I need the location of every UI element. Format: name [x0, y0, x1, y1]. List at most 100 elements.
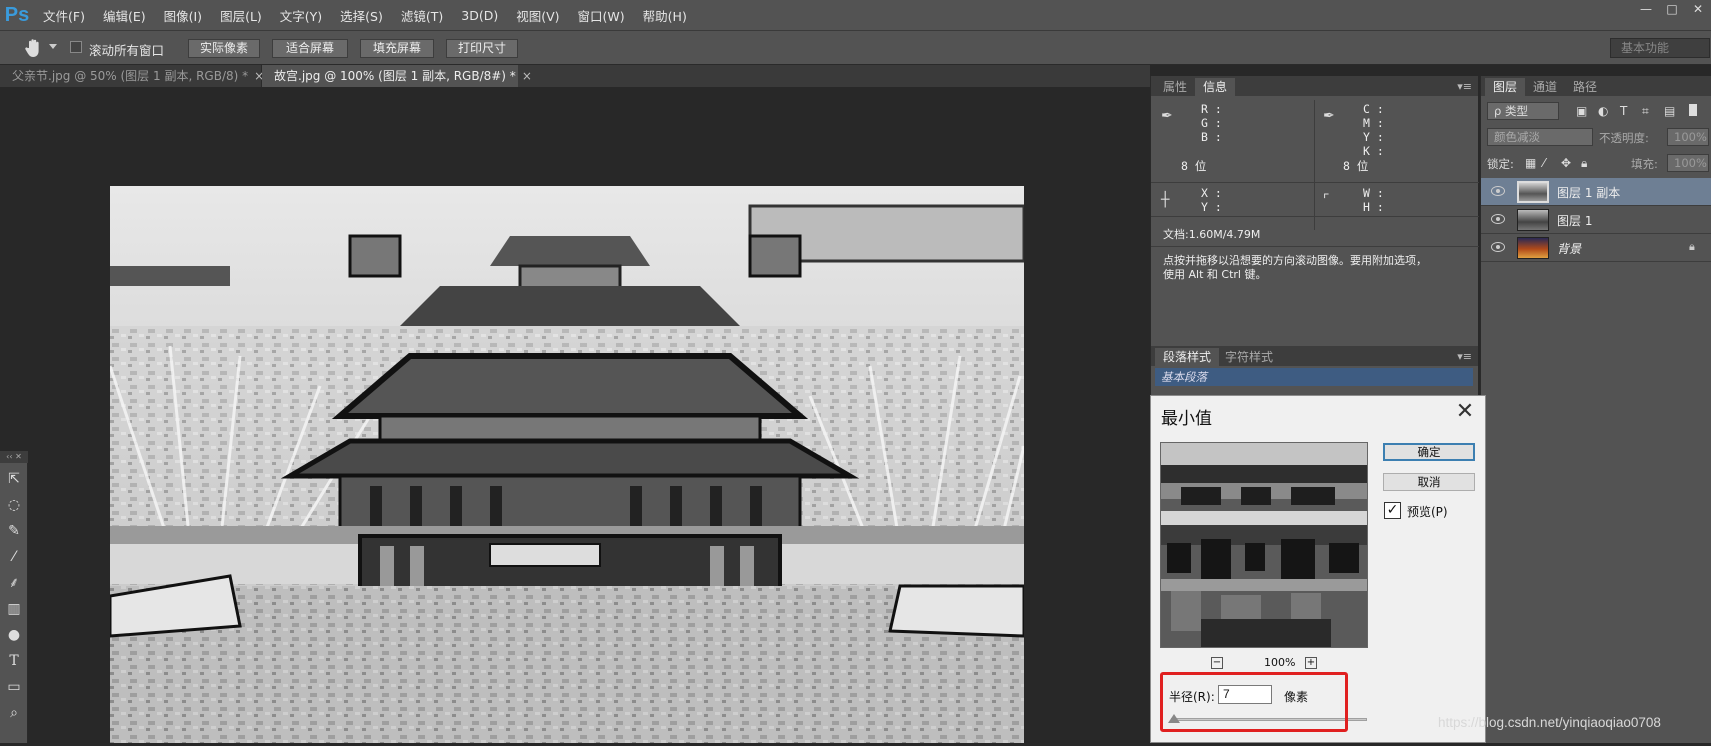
print-size-button[interactable]: 打印尺寸 [446, 39, 518, 58]
watermark: https://blog.csdn.net/yinqiaoqiao0708 [1438, 715, 1661, 730]
filter-type-icon[interactable]: T [1620, 104, 1627, 118]
menu-help[interactable]: 帮助(H) [634, 6, 696, 25]
move-tool-icon[interactable]: ⇱ [4, 469, 24, 489]
cancel-button[interactable]: 取消 [1383, 473, 1475, 491]
menu-file[interactable]: 文件(F) [34, 6, 94, 25]
tab-info[interactable]: 信息 [1195, 78, 1236, 96]
scroll-all-windows-label: 滚动所有窗口 [89, 43, 165, 58]
layers-panel: 图层 通道 路径 ρ 类型 ▣ ◐ T ⌗ ▤ 颜色减淡 不透明度: 100% … [1480, 76, 1711, 743]
actual-pixels-button[interactable]: 实际像素 [188, 39, 260, 58]
menu-image[interactable]: 图像(I) [155, 6, 211, 25]
shape-tool-icon[interactable]: ▭ [4, 677, 24, 697]
tools-panel-header[interactable]: ‹‹ ✕ [0, 451, 28, 463]
visibility-eye-icon[interactable] [1491, 214, 1505, 224]
opacity-input[interactable]: 100% [1667, 128, 1709, 146]
lock-icon: 🔒︎ [1689, 240, 1695, 253]
menu-select[interactable]: 选择(S) [331, 6, 392, 25]
layer-row[interactable]: 背景 🔒︎ [1481, 234, 1711, 262]
close-icon[interactable]: × [522, 69, 532, 83]
dialog-title: 最小值 [1161, 409, 1212, 429]
lock-brush-icon[interactable]: ⁄ [1543, 156, 1545, 170]
tool-preset-chevron-icon[interactable] [49, 44, 57, 49]
gradient-tool-icon[interactable]: ▥ [4, 599, 24, 619]
menu-filter[interactable]: 滤镜(T) [392, 6, 452, 25]
visibility-eye-icon[interactable] [1491, 186, 1505, 196]
scroll-all-windows-checkbox[interactable] [70, 41, 82, 53]
menu-bar: Ps 文件(F) 编辑(E) 图像(I) 图层(L) 文字(Y) 选择(S) 滤… [0, 0, 1711, 30]
layer-thumbnail [1517, 237, 1549, 259]
cmyk-readout: C : M : Y : K : [1363, 102, 1384, 158]
bits-left: 8 位 [1181, 159, 1207, 173]
brush-tool-icon[interactable]: ⁄ [4, 547, 24, 567]
fit-screen-button[interactable]: 适合屏幕 [272, 39, 348, 58]
ok-button[interactable]: 确定 [1383, 443, 1475, 461]
preview-checkbox[interactable]: ✓ [1384, 502, 1401, 519]
type-tool-icon[interactable]: T [4, 651, 24, 671]
lock-move-icon[interactable]: ✥ [1561, 156, 1571, 170]
zoom-out-icon[interactable]: − [1211, 657, 1223, 669]
filter-adjustment-icon[interactable]: ◐ [1598, 104, 1608, 118]
maximize-button[interactable]: □ [1659, 0, 1685, 18]
fill-input[interactable]: 100% [1667, 154, 1709, 172]
lock-pixels-icon[interactable]: ▦ [1525, 156, 1536, 170]
paragraph-style-row[interactable]: 基本段落 [1155, 368, 1473, 386]
panel-menu-icon[interactable]: ▾≡ [1457, 350, 1472, 363]
doc-tab-fathers-day[interactable]: 父亲节.jpg @ 50% (图层 1 副本, RGB/8) * × [0, 65, 264, 87]
filter-preview[interactable] [1160, 442, 1368, 648]
workspace-select[interactable]: 基本功能 [1610, 38, 1710, 58]
divider [1314, 100, 1315, 230]
zoom-level: 100% [1264, 656, 1296, 669]
filter-smart-object-icon[interactable]: ▤ [1664, 104, 1675, 118]
menu-3d[interactable]: 3D(D) [452, 8, 507, 23]
close-window-button[interactable]: ✕ [1685, 0, 1711, 18]
fill-label: 填充: [1631, 157, 1658, 171]
history-brush-tool-icon[interactable]: ⸙ [4, 573, 24, 593]
layer-filter-select[interactable]: ρ 类型 [1487, 102, 1559, 120]
filter-shape-icon[interactable]: ⌗ [1642, 104, 1649, 119]
eyedropper-icon: ✒ [1323, 108, 1335, 124]
filter-toggle-icon[interactable] [1689, 104, 1697, 116]
blend-mode-select[interactable]: 颜色减淡 [1487, 128, 1593, 146]
doc-tab-title: 故宫.jpg @ 100% (图层 1 副本, RGB/8#) * [274, 69, 516, 83]
lock-all-icon[interactable]: 🔒︎ [1581, 156, 1587, 171]
menu-type[interactable]: 文字(Y) [271, 6, 331, 25]
layer-row[interactable]: 图层 1 副本 [1481, 178, 1711, 206]
close-icon[interactable]: ✕ [1452, 400, 1478, 426]
tab-properties[interactable]: 属性 [1155, 78, 1195, 96]
menu-view[interactable]: 视图(V) [507, 6, 568, 25]
filter-pixel-icon[interactable]: ▣ [1576, 104, 1587, 118]
menu-window[interactable]: 窗口(W) [569, 6, 634, 25]
options-bar: 实际像素 适合屏幕 填充屏幕 打印尺寸 [0, 30, 1711, 65]
visibility-eye-icon[interactable] [1491, 242, 1505, 252]
annotation-highlight-box [1160, 672, 1348, 732]
layer-name: 背景 [1557, 242, 1582, 256]
minimize-button[interactable]: — [1633, 0, 1659, 18]
eyedropper-tool-icon[interactable]: ✎ [4, 521, 24, 541]
tab-character-styles[interactable]: 字符样式 [1217, 348, 1281, 366]
panel-menu-icon[interactable]: ▾≡ [1457, 80, 1472, 93]
hand-tool-icon[interactable] [22, 36, 46, 60]
zoom-tool-icon[interactable]: ⌕ [4, 703, 24, 723]
tab-paths[interactable]: 路径 [1565, 78, 1605, 96]
menu-layer[interactable]: 图层(L) [211, 6, 271, 25]
doc-tab-gugong[interactable]: 故宫.jpg @ 100% (图层 1 副本, RGB/8#) * × [262, 65, 532, 87]
document-image[interactable] [108, 186, 1026, 746]
layer-name: 图层 1 [1557, 214, 1593, 228]
lasso-tool-icon[interactable]: ◌ [4, 495, 24, 515]
menu-edit[interactable]: 编辑(E) [94, 6, 155, 25]
minimum-filter-dialog: 最小值 ✕ 确定 取消 ✓ 预览(P) − 100% + 半径(R): 7 像素 [1150, 395, 1486, 743]
tab-layers[interactable]: 图层 [1485, 78, 1526, 96]
info-panel: 属性 信息 ▾≡ ✒ R : G : B : 8 位 ✒ C : M : Y :… [1150, 76, 1479, 346]
crosshair-icon: ┼ [1161, 192, 1170, 208]
fill-screen-button[interactable]: 填充屏幕 [360, 39, 434, 58]
tab-channels[interactable]: 通道 [1525, 78, 1565, 96]
doc-size-readout: 文档:1.60M/4.79M [1163, 228, 1261, 241]
document-tab-bar: 父亲节.jpg @ 50% (图层 1 副本, RGB/8) * × 故宫.jpg… [0, 65, 1150, 87]
xy-readout: X : Y : [1201, 186, 1222, 214]
dodge-tool-icon[interactable]: ● [4, 625, 24, 645]
zoom-in-icon[interactable]: + [1305, 657, 1317, 669]
photoshop-logo: Ps [4, 3, 30, 26]
eyedropper-icon: ✒ [1161, 108, 1173, 124]
layer-row[interactable]: 图层 1 [1481, 206, 1711, 234]
tab-paragraph-styles[interactable]: 段落样式 [1155, 348, 1220, 366]
